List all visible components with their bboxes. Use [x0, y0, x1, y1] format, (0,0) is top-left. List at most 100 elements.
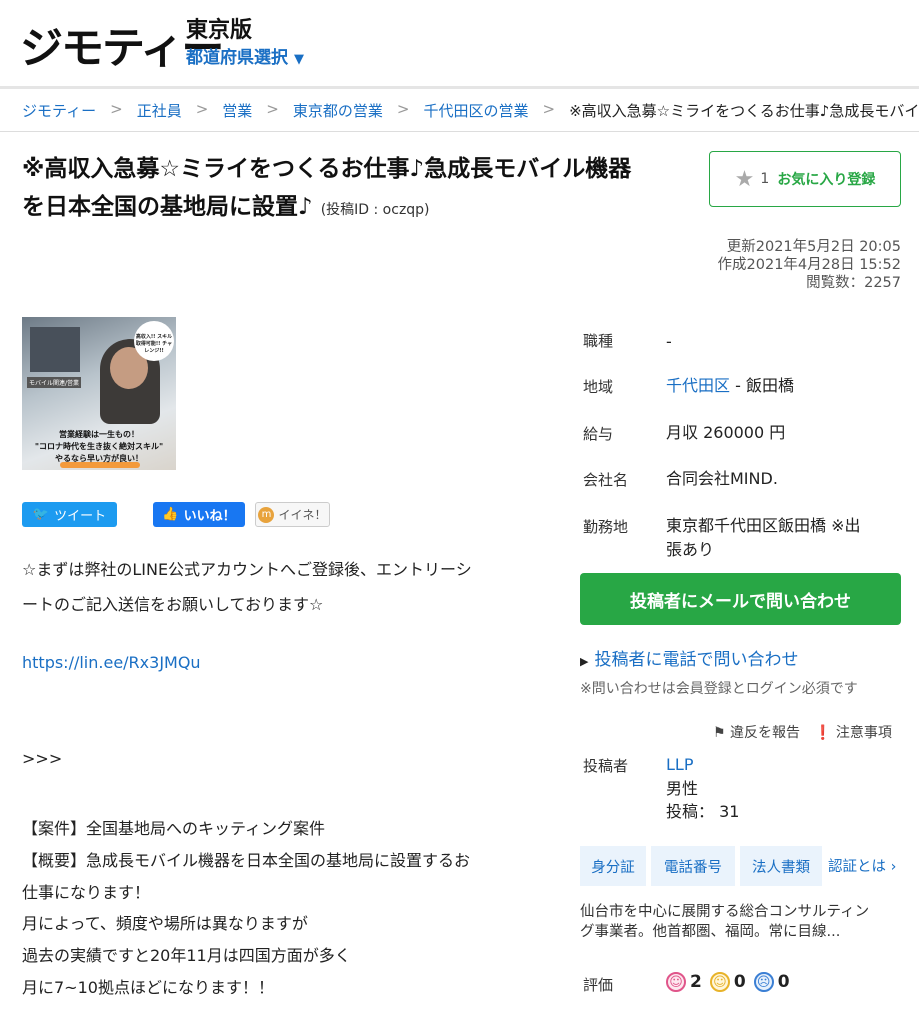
breadcrumb-item-home[interactable]: ジモティー — [22, 100, 96, 121]
body-line: 仕事になります！ — [22, 883, 151, 902]
flag-icon: ⚑ — [713, 725, 726, 741]
chevron-right-icon: > — [396, 100, 410, 118]
prefecture-select-label[interactable]: 都道府県選択 — [186, 48, 288, 68]
mail-contact-button[interactable]: 投稿者にメールで問い合わせ — [580, 573, 901, 625]
facebook-like-button[interactable]: 👍 いいね！ — [153, 502, 245, 527]
post-image[interactable]: 高収入!! スキル取得可能!! チャレンジ!! モバイル関連/営業 営業経験は一… — [22, 317, 176, 470]
rating-good-count: 2 — [690, 972, 702, 992]
poster-description-line: 仙台市を中心に展開する総合コンサルティン — [580, 904, 870, 920]
verification-chip-corporate: 法人書類 — [740, 846, 822, 886]
rating-normal-count: 0 — [733, 972, 746, 992]
thumbnail-caption-line: やるなら早い方が良い！ — [55, 453, 143, 463]
twitter-bird-icon: 🐦 — [32, 507, 50, 522]
job-type-value: - — [666, 332, 672, 351]
post-title: ※高収入急募☆ミライをつくるお仕事♪急成長モバイル機器を日本全国の基地局に設置♪… — [22, 150, 642, 229]
area-rest: - 飯田橋 — [730, 376, 794, 395]
thumbnail-tag: モバイル関連/営業 — [27, 377, 82, 388]
phone-contact-label: 投稿者に電話で問い合わせ — [594, 650, 799, 670]
prefecture-select[interactable]: 都道府県選択 ▼ — [186, 43, 304, 68]
area-value: 千代田区 - 飯田橋 — [666, 374, 794, 398]
rating-bad-count: 0 — [777, 972, 790, 992]
body-line: ☆まずは弊社のLINE公式アカウントへご登録後、エントリーシ — [22, 560, 472, 579]
body-line: >>> — [22, 749, 63, 768]
chevron-right-icon: › — [890, 859, 897, 875]
chevron-right-icon: > — [195, 100, 209, 118]
contact-requirement-note: ※問い合わせは会員登録とログイン必須です — [580, 681, 858, 697]
verification-chip-id: 身分証 — [580, 846, 646, 886]
thumbnail-caption-line: "コロナ時代を生き抜く絶対スキル" — [34, 441, 164, 451]
iine-button[interactable]: m イイネ！ — [255, 502, 330, 527]
certification-info-link[interactable]: 認証とは › — [828, 855, 896, 876]
updated-date: 更新2021年5月2日 20:05 — [726, 239, 901, 255]
verification-chip-phone: 電話番号 — [651, 846, 735, 886]
rating-label: 評価 — [583, 976, 614, 994]
mixi-icon: m — [258, 506, 275, 523]
iine-label: イイネ！ — [278, 508, 327, 522]
info-icon: ❗ — [814, 725, 832, 741]
post-meta: 更新2021年5月2日 20:05 作成2021年4月28日 15:52 閲覧数… — [718, 238, 901, 292]
body-line: 月によって、頻度や場所は異なりますが — [22, 914, 308, 933]
salary-label: 給与 — [583, 425, 614, 443]
location-line: 東京都千代田区飯田橋 ※出 — [666, 516, 861, 535]
poster-description: 仙台市を中心に展開する総合コンサルティン グ事業者。他首都圏、福岡。常に目線..… — [580, 902, 900, 942]
job-type-label: 職種 — [583, 332, 614, 350]
salary-value: 月収 260000 円 — [666, 423, 786, 442]
created-date: 作成2021年4月28日 15:52 — [717, 257, 901, 273]
certification-info-label: 認証とは — [828, 859, 886, 875]
good-face-icon: ☺ — [666, 972, 686, 992]
body-line: 【概要】急成長モバイル機器を日本全国の基地局に設置するお — [22, 851, 471, 870]
chevron-right-icon: > — [542, 100, 556, 118]
notes-link[interactable]: ❗ 注意事項 — [814, 722, 892, 742]
report-link[interactable]: ⚑ 違反を報告 — [713, 722, 800, 742]
thumbnail-caption-line: 営業経験は一生もの！ — [59, 429, 139, 439]
chevron-right-icon: > — [110, 100, 123, 118]
chevron-down-icon: ▼ — [294, 52, 304, 67]
thumbnail-caption: 営業経験は一生もの！ "コロナ時代を生き抜く絶対スキル" やるなら早い方が良い！ — [22, 428, 176, 464]
body-line: 【案件】全国基地局へのキッティング案件 — [22, 819, 326, 838]
area-label: 地域 — [583, 378, 614, 396]
breadcrumb-item-sales[interactable]: 営業 — [222, 100, 252, 121]
company-value: 合同会社MIND. — [666, 469, 778, 488]
report-links: ⚑ 違反を報告 ❗ 注意事項 — [713, 722, 892, 742]
thumbnail-inset-photo — [30, 327, 80, 372]
normal-face-icon: ☺ — [709, 972, 730, 992]
notes-label: 注意事項 — [835, 725, 892, 741]
breadcrumb-item-chiyoda-sales[interactable]: 千代田区の営業 — [423, 100, 528, 121]
thumbs-up-icon: 👍 — [162, 507, 179, 522]
bad-face-icon: ☹ — [753, 972, 774, 992]
line-link[interactable]: https://lin.ee/Rx3JMQu — [22, 653, 201, 672]
star-icon: ★ — [734, 166, 755, 192]
location-line: 張あり — [666, 540, 715, 559]
location-label: 勤務地 — [583, 518, 629, 536]
tweet-button[interactable]: 🐦 ツイート — [22, 502, 117, 527]
view-count: 閲覧数：2257 — [806, 275, 901, 291]
poster-name-link[interactable]: LLP — [666, 753, 693, 777]
report-label: 違反を報告 — [730, 725, 801, 741]
breadcrumb-item-tokyo-sales[interactable]: 東京都の営業 — [293, 100, 383, 121]
header-divider — [0, 86, 919, 89]
poster-post-count: 投稿： 31 — [666, 802, 740, 821]
chevron-right-icon: > — [266, 100, 279, 118]
phone-contact-link[interactable]: ▶ 投稿者に電話で問い合わせ — [580, 645, 798, 670]
poster-label: 投稿者 — [583, 757, 629, 775]
poster-gender: 男性 — [666, 779, 699, 798]
caret-right-icon: ▶ — [580, 655, 589, 668]
favorite-button[interactable]: ★ 1 お気に入り登録 — [709, 151, 901, 207]
breadcrumb: ジモティー > 正社員 > 営業 > 東京都の営業 > 千代田区の営業 > ※高収入急募☆… — [22, 100, 919, 121]
body-line: 月に7~10拠点ほどになります！！ — [22, 978, 274, 997]
poster-description-line: グ事業者。他首都圏、福岡。常に目線... — [580, 924, 841, 940]
breadcrumb-divider — [0, 131, 919, 132]
thumbnail-badge: 高収入!! スキル取得可能!! チャレンジ!! — [134, 321, 174, 361]
breadcrumb-current: ※高収入急募☆ミライをつくるお仕事♪急成長モバイル — [569, 102, 919, 120]
body-line: 過去の実績ですと20年11月は四国方面が多く — [22, 946, 351, 965]
company-label: 会社名 — [583, 471, 629, 489]
body-line: ートのご記入送信をお願いしております☆ — [22, 595, 324, 614]
area-link[interactable]: 千代田区 — [666, 376, 730, 395]
tweet-label: ツイート — [54, 509, 107, 524]
breadcrumb-item-fulltime[interactable]: 正社員 — [137, 100, 182, 121]
post-id: (投稿ID : oczqp) — [320, 202, 430, 218]
like-label: いいね！ — [183, 509, 236, 524]
rating-summary: ☺ 2 ☺ 0 ☹ 0 — [666, 972, 790, 992]
favorite-label: お気に入り登録 — [777, 172, 876, 188]
region-label: 東京版 — [186, 18, 253, 43]
